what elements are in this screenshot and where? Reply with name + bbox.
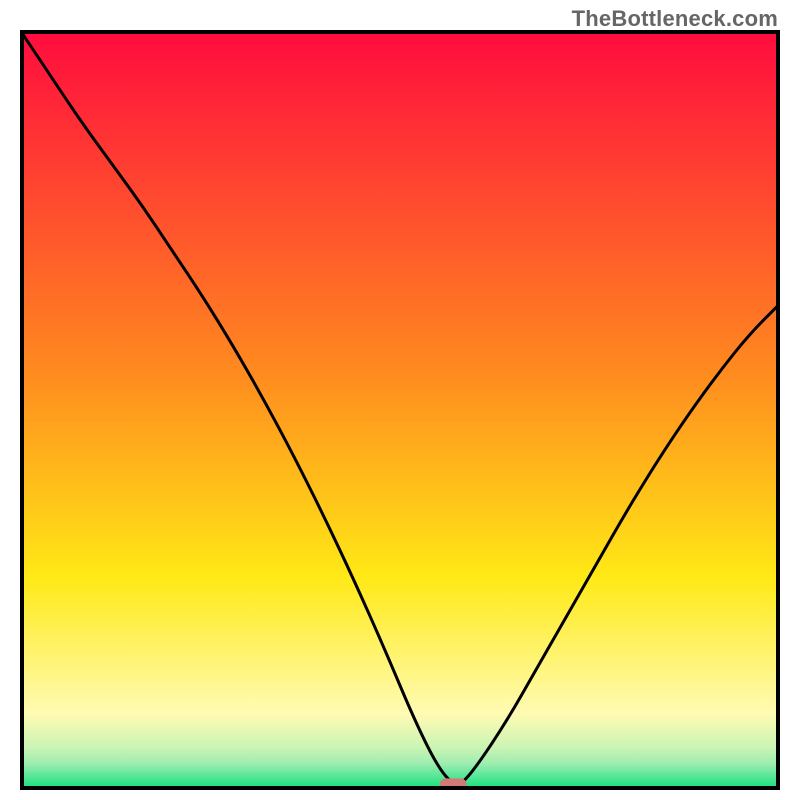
chart-frame — [20, 30, 780, 790]
bottleneck-curve-path — [20, 30, 780, 785]
optimum-marker — [440, 778, 467, 789]
chart-stage: TheBottleneck.com — [0, 0, 800, 800]
watermark-text: TheBottleneck.com — [572, 6, 778, 32]
curve-layer — [20, 30, 780, 790]
curve-svg — [20, 30, 780, 790]
